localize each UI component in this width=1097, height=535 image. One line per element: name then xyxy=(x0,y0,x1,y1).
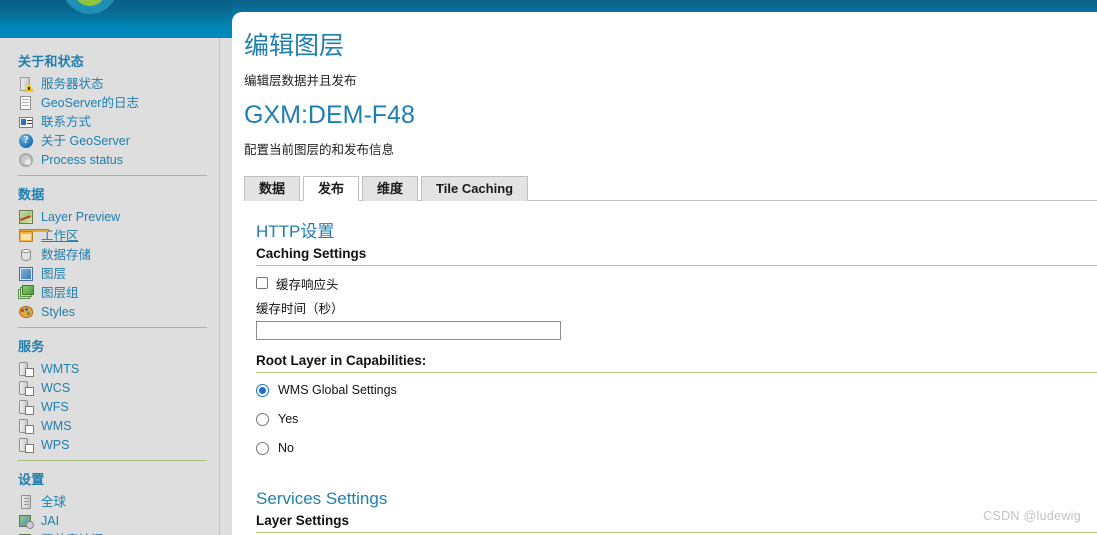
response-headers-checkbox[interactable] xyxy=(256,277,268,289)
sidebar-item-server-status[interactable]: 服务器状态 xyxy=(0,75,219,93)
tab-data[interactable]: 数据 xyxy=(244,176,301,201)
contact-card-icon xyxy=(18,114,34,130)
sidebar-item-wfs[interactable]: WFS xyxy=(0,398,219,416)
sidebar-item-layer-groups[interactable]: 图层组 xyxy=(0,284,219,302)
sidebar-divider xyxy=(18,460,207,461)
root-layer-radio-no[interactable] xyxy=(256,441,269,455)
publishing-form: HTTP设置 Caching Settings 缓存响应头 缓存时间（秒） Ro… xyxy=(244,221,1097,535)
about-info-icon: ? xyxy=(18,133,34,149)
sidebar-item-contact[interactable]: 联系方式 xyxy=(0,113,219,131)
sidebar-item-geoserver-logs[interactable]: GeoServer的日志 xyxy=(0,94,219,112)
palette-icon xyxy=(18,304,34,320)
service-wms-icon xyxy=(18,418,34,434)
sidebar-item-global[interactable]: 全球 xyxy=(0,493,219,511)
tab-bar: 数据 发布 维度 Tile Caching xyxy=(244,176,1097,201)
sidebar-item-workspaces[interactable]: 工作区 xyxy=(0,227,219,245)
layer-group-icon xyxy=(18,285,34,301)
sidebar-item-label: WPS xyxy=(41,438,70,452)
layer-icon xyxy=(18,266,34,282)
group-rule xyxy=(256,532,1097,533)
group-rule xyxy=(256,372,1097,373)
root-layer-group-title: Root Layer in Capabilities: xyxy=(256,353,427,368)
response-headers-label: 缓存响应头 xyxy=(276,277,339,292)
service-wps-icon xyxy=(18,437,34,453)
http-settings-section-title: HTTP设置 xyxy=(256,222,335,241)
sidebar-item-label: Layer Preview xyxy=(41,210,121,224)
folder-icon xyxy=(18,228,49,244)
caching-settings-group-title: Caching Settings xyxy=(256,246,367,261)
sidebar-item-wcs[interactable]: WCS xyxy=(0,379,219,397)
tab-tile-caching[interactable]: Tile Caching xyxy=(421,176,529,201)
gear-icon xyxy=(18,152,34,168)
sidebar-section-title-services: 服务 xyxy=(18,339,45,354)
sidebar-item-wps[interactable]: WPS xyxy=(0,436,219,454)
sidebar-item-label: GeoServer的日志 xyxy=(41,96,139,110)
sidebar-item-label: Process status xyxy=(41,153,123,167)
root-layer-option-global-row: WMS Global Settings xyxy=(256,381,1097,399)
watermark: CSDN @ludewig xyxy=(983,509,1081,523)
sidebar-item-label: WFS xyxy=(41,400,69,414)
sidebar-section-title-about: 关于和状态 xyxy=(18,54,85,69)
sidebar-item-about-geoserver[interactable]: ? 关于 GeoServer xyxy=(0,132,219,150)
sidebar-divider xyxy=(18,175,207,176)
root-layer-label-no: No xyxy=(278,441,294,455)
jai-icon xyxy=(18,513,34,529)
sidebar-item-label: 图层组 xyxy=(41,286,79,300)
service-wmts-icon xyxy=(18,361,34,377)
sidebar-item-jai[interactable]: JAI xyxy=(0,512,219,530)
layer-settings-group-title: Layer Settings xyxy=(256,513,350,528)
sidebar-item-label: 服务器状态 xyxy=(41,77,104,91)
tab-publishing[interactable]: 发布 xyxy=(303,176,360,201)
root-layer-option-yes-row: Yes xyxy=(256,410,1097,428)
sidebar-item-datastores[interactable]: 数据存储 xyxy=(0,246,219,264)
layer-description: 配置当前图层的和发布信息 xyxy=(244,143,395,157)
sidebar-item-label: 全球 xyxy=(41,495,67,509)
page-subtitle: 编辑层数据并且发布 xyxy=(244,74,357,88)
layer-name-heading: GXM:DEM-F48 xyxy=(244,101,415,129)
root-layer-label-yes: Yes xyxy=(278,412,299,426)
geoserver-logo-icon[interactable] xyxy=(62,0,118,14)
group-rule xyxy=(256,265,1097,266)
page-title: 编辑图层 xyxy=(244,32,345,60)
sidebar-item-label: WMS xyxy=(41,419,72,433)
root-layer-option-no-row: No xyxy=(256,439,1097,457)
sidebar-item-wms[interactable]: WMS xyxy=(0,417,219,435)
response-headers-row: 缓存响应头 xyxy=(256,274,1097,292)
main-content-panel: 编辑图层 编辑层数据并且发布 GXM:DEM-F48 配置当前图层的和发布信息 … xyxy=(232,12,1097,535)
sidebar-divider xyxy=(18,327,207,328)
root-layer-radio-wms-global[interactable] xyxy=(256,383,269,397)
sidebar-item-process-status[interactable]: Process status xyxy=(0,151,219,169)
document-icon xyxy=(18,95,34,111)
geoserver-layer-edit-page: 关于和状态 服务器状态 GeoServer的日志 联系方式 ? 关于 GeoSe… xyxy=(0,0,1097,535)
sidebar-item-label: 关于 GeoServer xyxy=(41,134,130,148)
sidebar-item-coverage-access[interactable]: 覆盖率访问 xyxy=(0,531,219,535)
service-wfs-icon xyxy=(18,399,34,415)
header-logo-area xyxy=(0,0,232,38)
root-layer-label-wms-global: WMS Global Settings xyxy=(278,383,397,397)
root-layer-radio-yes[interactable] xyxy=(256,412,269,426)
sidebar-section-title-settings: 设置 xyxy=(18,472,45,487)
sidebar: 关于和状态 服务器状态 GeoServer的日志 联系方式 ? 关于 GeoSe… xyxy=(0,38,232,535)
sidebar-item-label: 数据存储 xyxy=(41,248,92,262)
sidebar-item-styles[interactable]: Styles xyxy=(0,303,219,321)
sidebar-item-label: Styles xyxy=(41,305,76,319)
map-preview-icon xyxy=(18,209,34,225)
global-settings-icon xyxy=(18,494,34,510)
cache-time-input[interactable] xyxy=(256,321,561,340)
cache-time-label: 缓存时间（秒） xyxy=(256,302,344,316)
database-icon xyxy=(18,247,34,263)
sidebar-item-label: WCS xyxy=(41,381,71,395)
sidebar-item-layer-preview[interactable]: Layer Preview xyxy=(0,208,219,226)
service-wcs-icon xyxy=(18,380,34,396)
sidebar-section-title-data: 数据 xyxy=(18,187,45,202)
sidebar-item-label: JAI xyxy=(41,514,60,528)
server-status-icon xyxy=(18,76,34,92)
sidebar-item-layers[interactable]: 图层 xyxy=(0,265,219,283)
services-settings-section-title: Services Settings xyxy=(256,489,388,508)
sidebar-item-label: WMTS xyxy=(41,362,80,376)
sidebar-item-label: 联系方式 xyxy=(41,115,92,129)
sidebar-item-wmts[interactable]: WMTS xyxy=(0,360,219,378)
tab-dimensions[interactable]: 维度 xyxy=(362,176,419,201)
sidebar-item-label: 图层 xyxy=(41,267,67,281)
